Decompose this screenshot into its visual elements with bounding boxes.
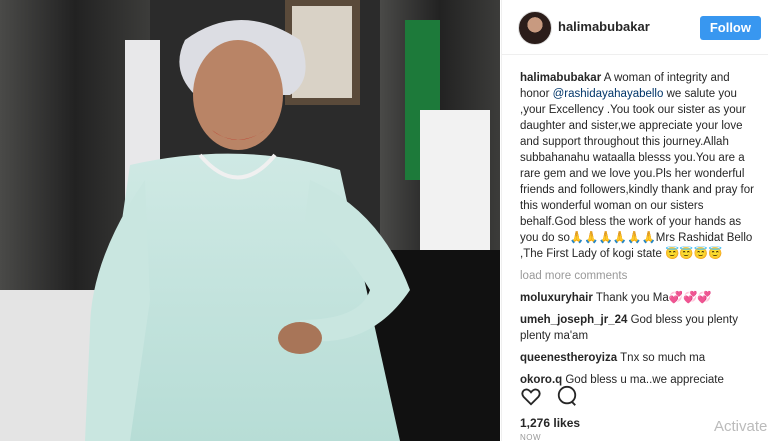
- action-bar: [520, 385, 588, 409]
- header-username[interactable]: halimabubakar: [558, 19, 650, 34]
- follow-button[interactable]: Follow: [699, 16, 761, 40]
- heart-icon[interactable]: [520, 385, 542, 412]
- post-sidebar: halimabubakar Follow halimabubakar A wom…: [501, 0, 768, 442]
- comment-bubble-icon[interactable]: [556, 385, 578, 412]
- post-header: halimabubakar Follow: [502, 0, 768, 55]
- post-photo[interactable]: [0, 0, 500, 441]
- avatar[interactable]: [518, 11, 552, 45]
- comment-item: moluxuryhair Thank you Ma💞💞💞: [520, 290, 760, 306]
- load-more-comments[interactable]: load more comments: [520, 268, 760, 284]
- comment-username[interactable]: umeh_joseph_jr_24: [520, 314, 627, 326]
- comment-username[interactable]: moluxuryhair: [520, 292, 593, 304]
- comment-item: queenestheroyiza Tnx so much ma: [520, 350, 760, 366]
- caption-text-2: we salute you ,your Excellency .You took…: [520, 88, 754, 260]
- caption-username[interactable]: halimabubakar: [520, 72, 601, 84]
- comment-text: Thank you Ma💞💞💞: [592, 292, 712, 304]
- comment-text: Tnx so much ma: [617, 352, 706, 364]
- photo-illustration: [0, 0, 500, 441]
- caption: halimabubakar A woman of integrity and h…: [520, 70, 760, 262]
- comments-section: halimabubakar A woman of integrity and h…: [520, 70, 760, 388]
- likes-count[interactable]: 1,276 likes: [520, 416, 580, 430]
- activate-watermark: Activate: [714, 418, 768, 435]
- comment-username[interactable]: queenestheroyiza: [520, 352, 617, 364]
- caption-mention[interactable]: @rashidayahayabello: [553, 88, 664, 100]
- comment-item: umeh_joseph_jr_24 God bless you plenty p…: [520, 312, 760, 344]
